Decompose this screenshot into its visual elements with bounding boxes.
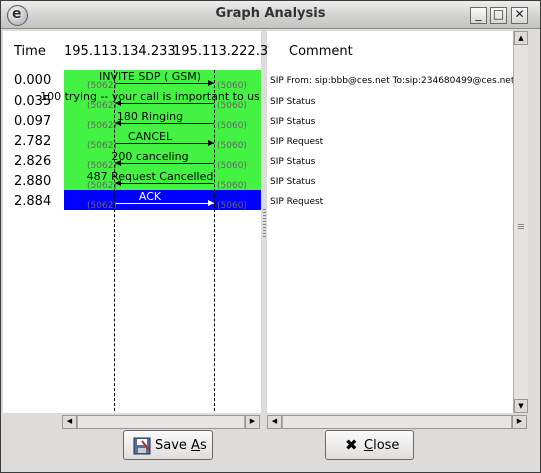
arrow-left-icon: ◀ [66,417,73,425]
splitter-grip[interactable] [263,209,266,239]
graph-panel[interactable]: Time 195.113.134.233 195.113.222.3 0.000… [3,31,268,413]
x-close-icon: ✖ [345,436,358,454]
floppy-save-icon [133,437,151,459]
close-icon: ✕ [514,7,525,21]
minimize-icon: _ [475,7,482,21]
scroll-thumb[interactable] [282,416,512,428]
message-arrow [115,83,214,84]
window-title: Graph Analysis [215,6,326,21]
arrow-right-icon: ▶ [516,417,523,425]
source-port: (5062) [87,201,117,211]
scroll-right-button[interactable]: ▶ [512,416,526,428]
message-arrow [115,163,214,164]
scroll-thumb[interactable] [77,416,245,428]
comment-row[interactable]: SIP Request [270,137,323,147]
comment-horizontal-scrollbar[interactable]: ◀ ▶ [267,415,527,429]
time-column-header: Time [14,44,46,59]
comment-row[interactable]: SIP From: sip:bbb@ces.net To:sip:2346804… [270,76,514,86]
arrow-up-icon: ▲ [518,34,524,42]
arrow-right-icon [208,200,214,206]
close-button[interactable]: ✖ Close [325,430,414,460]
arrow-right-icon [208,140,214,146]
scroll-left-button[interactable]: ◀ [268,416,282,428]
node-header-source: 195.113.134.233 [64,44,176,59]
title-bar[interactable]: e Graph Analysis _ □ ✕ [1,1,540,29]
comment-row[interactable]: SIP Status [270,177,315,187]
scroll-left-button[interactable]: ◀ [63,416,77,428]
message-arrow [115,103,214,104]
close-label: Close [364,438,400,453]
comment-row[interactable]: SIP Status [270,157,315,167]
graph-horizontal-scrollbar[interactable]: ◀ ▶ [62,415,260,429]
message-arrow [115,143,214,144]
save-as-label: Save As [155,438,207,453]
arrow-left-icon: ◀ [271,417,278,425]
close-window-button[interactable]: ✕ [511,7,528,24]
vertical-scrollbar[interactable]: ▲ ▼ [513,31,528,413]
maximize-icon: □ [492,7,505,21]
arrow-down-icon: ▼ [518,402,524,410]
graph-analysis-window: e Graph Analysis _ □ ✕ Time 195.113.134.… [0,0,541,473]
minimize-button[interactable]: _ [470,7,487,24]
comment-row[interactable]: SIP Request [270,197,323,207]
comment-panel[interactable]: Comment SIP From: sip:bbb@ces.net To:sip… [267,31,514,413]
message-arrow [115,183,214,184]
message-arrow [115,203,214,204]
scroll-grip-icon[interactable] [518,224,524,230]
arrow-right-icon: ▶ [249,417,256,425]
comment-row[interactable]: SIP Status [270,97,315,107]
scroll-right-button[interactable]: ▶ [245,416,259,428]
maximize-button[interactable]: □ [490,7,507,24]
arrow-right-icon [208,80,214,86]
comment-column-header: Comment [289,44,353,59]
save-as-button[interactable]: Save As [123,430,213,460]
comment-row[interactable]: SIP Status [270,117,315,127]
scroll-down-button[interactable]: ▼ [514,399,528,413]
node-header-destination: 195.113.222.3 [173,44,269,59]
scroll-up-button[interactable]: ▲ [514,31,528,45]
destination-port: (5060) [217,201,247,211]
message-arrow [115,123,214,124]
